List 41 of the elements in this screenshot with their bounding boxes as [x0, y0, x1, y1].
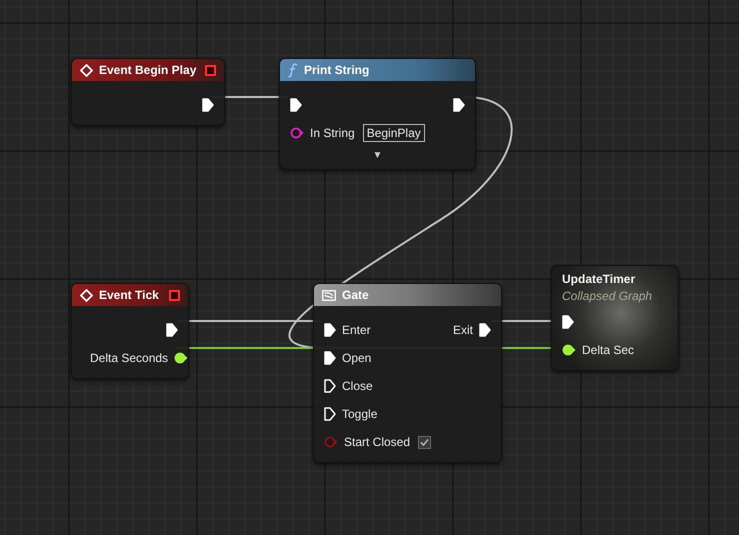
graph-node[interactable]: Event Begin Play — [71, 58, 225, 126]
pin-label: Toggle — [342, 406, 378, 423]
graph-node[interactable]: Print String In String BeginPlay ▼ — [279, 58, 476, 170]
checkbox[interactable] — [418, 436, 432, 448]
collapsed-graph-node[interactable]: UpdateTimer Collapsed Graph Delta Sec — [551, 265, 679, 371]
node-title: Event Begin Play — [99, 62, 196, 79]
diamond-icon — [80, 288, 93, 302]
node-title: Print String — [304, 62, 370, 79]
graph-node[interactable]: Event Tick Delta Seconds — [71, 283, 189, 379]
pin-label: Start Closed — [344, 434, 410, 451]
stop-icon — [205, 64, 216, 76]
stop-icon — [169, 290, 180, 300]
node-subtitle: Collapsed Graph — [562, 288, 654, 304]
exec-pin-icon[interactable] — [324, 379, 336, 393]
expand-arrow-button[interactable]: ▼ — [372, 149, 382, 163]
node-title: Gate — [342, 287, 369, 304]
pin-label: Delta Sec — [582, 342, 634, 359]
exec-pin-icon[interactable] — [324, 407, 336, 421]
graph-node[interactable]: Gate Enter Exit Open Close Toggle Start Closed — [313, 283, 502, 463]
exec-pin-icon[interactable] — [453, 98, 465, 112]
node-title: UpdateTimer — [562, 271, 636, 288]
pin-label: Close — [342, 378, 373, 395]
pin-label: Exit — [452, 322, 473, 339]
string-value-field[interactable]: BeginPlay — [362, 124, 425, 142]
data-pin-icon[interactable] — [562, 344, 576, 356]
exec-pin-icon[interactable] — [562, 315, 574, 329]
exec-pin-icon[interactable] — [324, 323, 336, 337]
exec-pin-icon[interactable] — [324, 351, 336, 365]
pin-label: Delta Seconds — [90, 350, 168, 367]
diamond-icon — [80, 64, 93, 76]
exec-pin-icon[interactable] — [166, 323, 178, 337]
exec-pin-icon[interactable] — [290, 98, 302, 112]
data-pin-icon[interactable] — [174, 352, 188, 364]
pin-label: In String — [310, 125, 355, 142]
exec-pin-icon[interactable] — [479, 323, 491, 337]
exec-pin-icon[interactable] — [202, 98, 214, 112]
pin-label: Open — [342, 350, 372, 367]
macro-icon — [322, 290, 336, 300]
node-title: Event Tick — [99, 287, 159, 304]
pin-label: Enter — [342, 322, 371, 339]
function-icon — [288, 62, 298, 78]
